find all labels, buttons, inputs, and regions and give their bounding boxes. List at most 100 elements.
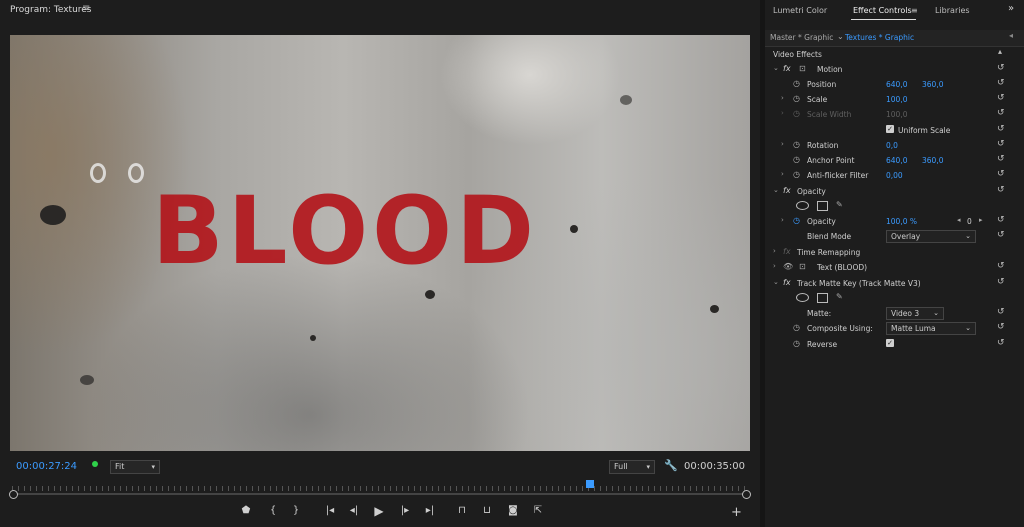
scale-value[interactable]: 100,0 bbox=[886, 95, 907, 104]
blood-text-layer[interactable]: BLOOD bbox=[152, 177, 538, 286]
expand-chevron-icon[interactable]: › bbox=[781, 216, 784, 224]
quality-select[interactable]: Full ▾ bbox=[609, 460, 655, 474]
reset-icon[interactable]: ↺ bbox=[997, 63, 1005, 73]
ruler-end-handle[interactable] bbox=[742, 490, 751, 499]
text-layer-row[interactable]: › 👁 ⊡ Text (BLOOD) ↺ bbox=[765, 260, 1024, 275]
stopwatch-active-icon[interactable]: ◷ bbox=[793, 216, 800, 225]
expand-chevron-icon[interactable]: ⌄ bbox=[773, 278, 779, 286]
transform-icon[interactable]: ⊡ bbox=[799, 64, 806, 73]
comparison-view-icon[interactable]: ⇱ bbox=[530, 505, 546, 516]
expand-chevron-icon[interactable]: ⌄ bbox=[773, 64, 779, 72]
mark-in-icon[interactable]: { bbox=[265, 505, 281, 516]
reset-icon[interactable]: ↺ bbox=[997, 78, 1005, 88]
marker-icon[interactable]: ⬟ bbox=[238, 505, 254, 516]
reset-icon[interactable]: ↺ bbox=[997, 185, 1005, 195]
expand-chevron-icon[interactable]: ⌄ bbox=[773, 186, 779, 194]
play-icon[interactable]: ▶ bbox=[371, 504, 387, 518]
tab-effect-controls[interactable]: Effect Controls bbox=[853, 6, 912, 15]
mark-out-icon[interactable]: } bbox=[288, 505, 304, 516]
eye-icon[interactable]: 👁 bbox=[783, 262, 793, 271]
reset-icon[interactable]: ↺ bbox=[997, 215, 1005, 225]
stopwatch-icon[interactable]: ◷ bbox=[793, 94, 800, 103]
reset-icon[interactable]: ↺ bbox=[997, 139, 1005, 149]
composite-using-select[interactable]: Matte Luma ⌄ bbox=[886, 322, 976, 335]
collapse-toggle-icon[interactable]: ◂ bbox=[1009, 31, 1013, 40]
keyframe-count[interactable]: 0 bbox=[967, 217, 972, 226]
reset-icon[interactable]: ↺ bbox=[997, 261, 1005, 271]
anti-flicker-value[interactable]: 0,00 bbox=[886, 171, 903, 180]
export-frame-icon[interactable]: ◙ bbox=[505, 505, 521, 516]
stopwatch-icon[interactable]: ◷ bbox=[793, 339, 800, 348]
rectangle-mask-icon[interactable] bbox=[817, 293, 828, 303]
video-frame[interactable]: BLOOD bbox=[10, 35, 750, 451]
zoom-select[interactable]: Fit ▾ bbox=[110, 460, 160, 474]
ellipse-mask-icon[interactable] bbox=[796, 293, 809, 302]
program-monitor-title[interactable]: Program: Textures bbox=[10, 5, 92, 15]
extract-icon[interactable]: ⊔ bbox=[479, 505, 495, 516]
timeline-ruler[interactable] bbox=[9, 483, 751, 499]
lift-icon[interactable]: ⊓ bbox=[454, 505, 470, 516]
stopwatch-icon[interactable]: ◷ bbox=[793, 79, 800, 88]
reset-icon[interactable]: ↺ bbox=[997, 169, 1005, 179]
rectangle-mask-icon[interactable] bbox=[817, 201, 828, 211]
reverse-checkbox[interactable]: ✓ bbox=[886, 339, 894, 347]
reset-icon[interactable]: ↺ bbox=[997, 108, 1005, 118]
reset-icon[interactable]: ↺ bbox=[997, 93, 1005, 103]
ruler-start-handle[interactable] bbox=[9, 490, 18, 499]
anchor-y-value[interactable]: 360,0 bbox=[922, 156, 943, 165]
track-matte-effect-row[interactable]: ⌄ fx Track Matte Key (Track Matte V3) ↺ bbox=[765, 276, 1024, 291]
go-to-in-icon[interactable]: |◂ bbox=[322, 505, 338, 516]
stopwatch-icon[interactable]: ◷ bbox=[793, 140, 800, 149]
transform-handle[interactable] bbox=[90, 163, 106, 183]
expand-chevron-icon[interactable]: › bbox=[781, 94, 784, 102]
opacity-effect-row[interactable]: ⌄ fx Opacity ↺ bbox=[765, 184, 1024, 199]
chevron-down-icon[interactable]: ⌄ bbox=[837, 32, 844, 41]
previous-keyframe-icon[interactable]: ◂ bbox=[957, 216, 961, 224]
matte-select[interactable]: Video 3 ⌄ bbox=[886, 307, 944, 320]
next-keyframe-icon[interactable]: ▸ bbox=[979, 216, 983, 224]
reset-icon[interactable]: ↺ bbox=[997, 307, 1005, 317]
tab-menu-icon[interactable]: ≡ bbox=[911, 6, 918, 15]
tab-lumetri-color[interactable]: Lumetri Color bbox=[773, 6, 827, 15]
master-clip-label[interactable]: Master * Graphic bbox=[770, 33, 833, 42]
reset-icon[interactable]: ↺ bbox=[997, 230, 1005, 240]
anchor-x-value[interactable]: 640,0 bbox=[886, 156, 907, 165]
add-button-icon[interactable]: + bbox=[731, 505, 742, 520]
reset-icon[interactable]: ↺ bbox=[997, 338, 1005, 348]
more-panels-button[interactable]: » bbox=[1008, 3, 1014, 14]
blend-mode-select[interactable]: Overlay ⌄ bbox=[886, 230, 976, 243]
go-to-out-icon[interactable]: ▸| bbox=[422, 505, 438, 516]
fx-icon[interactable]: fx bbox=[783, 278, 791, 287]
wrench-icon[interactable]: 🔧 bbox=[664, 459, 678, 472]
stopwatch-icon[interactable]: ◷ bbox=[793, 155, 800, 164]
opacity-value[interactable]: 100,0 % bbox=[886, 217, 917, 226]
expand-chevron-icon[interactable]: › bbox=[773, 262, 776, 270]
position-x-value[interactable]: 640,0 bbox=[886, 80, 907, 89]
stopwatch-icon[interactable]: ◷ bbox=[793, 323, 800, 332]
reset-icon[interactable]: ↺ bbox=[997, 154, 1005, 164]
transform-icon[interactable]: ⊡ bbox=[799, 262, 806, 271]
scroll-up-icon[interactable]: ▴ bbox=[998, 47, 1002, 56]
sequence-clip-label[interactable]: Textures * Graphic bbox=[845, 33, 914, 42]
tab-libraries[interactable]: Libraries bbox=[935, 6, 970, 15]
ellipse-mask-icon[interactable] bbox=[796, 201, 809, 210]
transform-handle[interactable] bbox=[128, 163, 144, 183]
reset-icon[interactable]: ↺ bbox=[997, 124, 1005, 134]
uniform-scale-checkbox[interactable]: ✓ bbox=[886, 125, 894, 133]
fx-icon[interactable]: fx bbox=[783, 186, 791, 195]
expand-chevron-icon[interactable]: › bbox=[781, 170, 784, 178]
stopwatch-icon[interactable]: ◷ bbox=[793, 170, 800, 179]
playhead[interactable] bbox=[585, 480, 594, 488]
rotation-value[interactable]: 0,0 bbox=[886, 141, 898, 150]
time-remapping-row[interactable]: › fx Time Remapping bbox=[765, 245, 1024, 260]
hamburger-icon[interactable]: ≡ bbox=[82, 3, 90, 14]
step-forward-icon[interactable]: |▸ bbox=[397, 505, 413, 516]
pen-tool-icon[interactable]: ✎ bbox=[836, 200, 843, 209]
expand-chevron-icon[interactable]: › bbox=[773, 247, 776, 255]
expand-chevron-icon[interactable]: › bbox=[781, 140, 784, 148]
motion-effect-row[interactable]: ⌄ fx ⊡ Motion ↺ bbox=[765, 62, 1024, 77]
fx-icon[interactable]: fx bbox=[783, 64, 791, 73]
pen-tool-icon[interactable]: ✎ bbox=[836, 292, 843, 301]
step-back-icon[interactable]: ◂| bbox=[346, 505, 362, 516]
reset-icon[interactable]: ↺ bbox=[997, 277, 1005, 287]
